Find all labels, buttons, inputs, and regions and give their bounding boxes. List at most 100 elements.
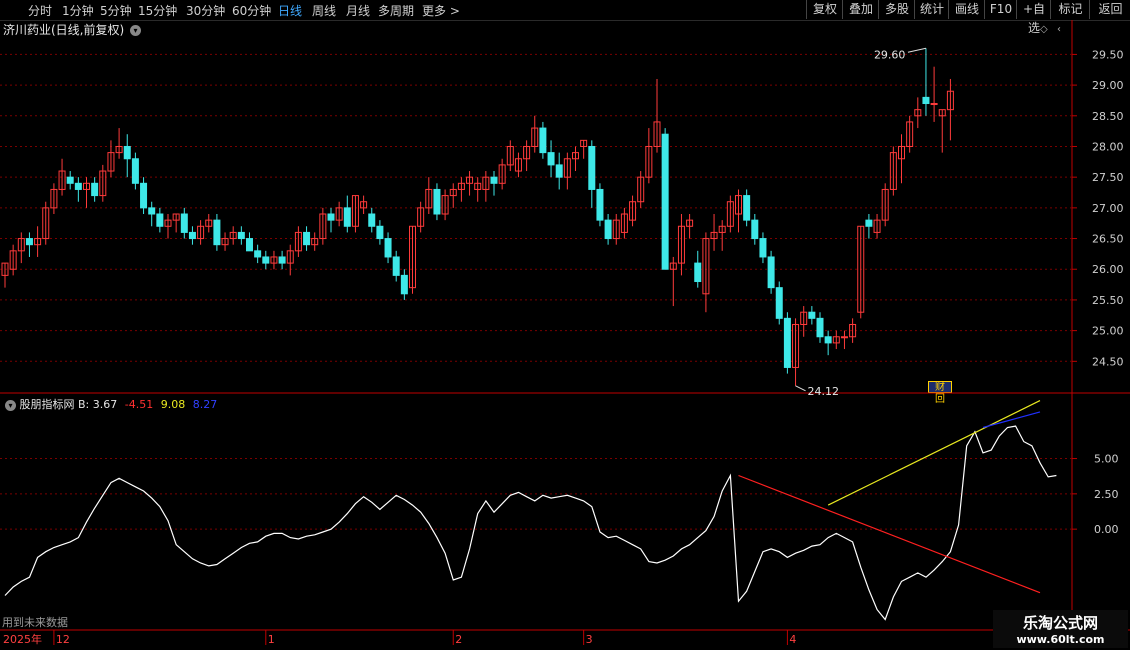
price-tick-label: 27.50 (1092, 171, 1124, 184)
candle-body (906, 121, 914, 147)
period-tab-8[interactable]: 月线 (346, 2, 370, 19)
indicator-series-1 (738, 474, 1041, 594)
month-label: 2 (455, 633, 462, 646)
period-tab-0[interactable]: 分时 (28, 2, 52, 19)
month-label: 3 (586, 633, 593, 646)
candle-body (229, 231, 237, 240)
candle-body (400, 274, 408, 295)
candle-body (800, 311, 808, 325)
candle-body (580, 139, 588, 147)
candle-body (523, 145, 531, 160)
candle-body (661, 133, 669, 270)
period-tab-4[interactable]: 30分钟 (186, 2, 225, 19)
candle-body (735, 195, 742, 215)
toolbar-button-3[interactable]: 统计 (914, 0, 949, 19)
candle-body (91, 182, 99, 197)
indicator-series-3 (982, 411, 1041, 429)
candle-body (270, 256, 278, 264)
candle-body (767, 256, 775, 289)
toolbar-button-8[interactable]: 返回 (1089, 0, 1130, 19)
candle-body (873, 219, 881, 233)
candle-body (588, 145, 596, 190)
candle-body (83, 182, 90, 190)
candle-body (25, 238, 33, 246)
candle-body (824, 336, 832, 344)
finance-badge[interactable]: 财 回 (928, 381, 952, 405)
candle-body (792, 323, 800, 368)
candle-body (360, 201, 368, 209)
candle-body (620, 213, 628, 233)
candle-body (686, 219, 694, 227)
candle-body (368, 213, 376, 227)
candle-body (881, 188, 889, 221)
candle-body (327, 213, 335, 221)
candle-body (694, 262, 702, 283)
period-tab-6[interactable]: 日线 (278, 2, 302, 19)
candle-body (938, 109, 946, 117)
candle-body (409, 225, 416, 289)
candle-body (604, 219, 612, 240)
candle-body (172, 213, 180, 221)
candle-body (531, 127, 539, 147)
diamond-icon[interactable]: ◇ (1040, 24, 1048, 35)
candle-body (123, 145, 131, 160)
candle-body (449, 188, 457, 197)
candle-body (278, 256, 286, 264)
candle-body (319, 213, 327, 240)
chart-canvas: 24.5025.0025.5026.0026.5027.0027.5028.00… (0, 20, 1130, 646)
toolbar-button-6[interactable]: +自选 (1016, 0, 1051, 35)
future-data-note: 用到未来数据 (2, 616, 68, 629)
candle-body (42, 207, 50, 240)
candle-body (629, 201, 637, 221)
price-tick-label: 27.00 (1092, 202, 1124, 215)
period-tab-9[interactable]: 多周期 (378, 2, 414, 19)
chevron-left-icon[interactable]: ‹ (1057, 24, 1061, 35)
candle-body (9, 250, 17, 270)
candle-body (34, 238, 42, 246)
candle-body (816, 317, 824, 338)
chevron-down-icon[interactable]: ▾ (5, 399, 16, 411)
month-label: 12 (56, 633, 70, 646)
candle-body (563, 158, 571, 178)
indicator-tick-label: 0.00 (1094, 523, 1119, 536)
toolbar-button-2[interactable]: 多股 (878, 0, 915, 19)
candle-body (197, 225, 205, 240)
indicator-series-0 (4, 425, 1057, 621)
toolbar-button-1[interactable]: 叠加 (842, 0, 879, 19)
period-tab-10[interactable]: 更多 > (422, 2, 460, 19)
price-tick-label: 25.00 (1092, 325, 1124, 338)
watermark-title: 乐淘公式网 (1022, 614, 1098, 632)
candle-body (148, 207, 156, 215)
toolbar-button-4[interactable]: 画线 (948, 0, 985, 19)
candle-body (547, 152, 555, 166)
price-tick-label: 29.00 (1092, 79, 1124, 92)
candle-body (572, 152, 579, 160)
toolbar-button-5[interactable]: F10 (984, 0, 1017, 19)
chevron-down-icon[interactable]: ▾ (130, 25, 142, 36)
candle-body (759, 238, 767, 258)
period-tab-3[interactable]: 15分钟 (138, 2, 177, 19)
candle-body (946, 90, 954, 111)
period-tab-2[interactable]: 5分钟 (100, 2, 132, 19)
candle-body (857, 225, 865, 313)
candle-body (131, 158, 139, 184)
indicator-tick-label: 5.00 (1094, 453, 1119, 466)
price-tick-label: 25.50 (1092, 294, 1124, 307)
period-tab-1[interactable]: 1分钟 (62, 2, 94, 19)
candle-body (99, 170, 107, 197)
indicator-value-4: 8.27 (192, 398, 218, 411)
toolbar-button-0[interactable]: 复权 (806, 0, 843, 19)
candle-body (514, 158, 522, 172)
candle-body (58, 170, 66, 190)
year-label: 2025年 (3, 632, 42, 646)
period-tab-5[interactable]: 60分钟 (232, 2, 271, 19)
candle-body (294, 231, 302, 252)
candle-body (164, 219, 172, 227)
candle-body (205, 219, 213, 227)
candle-body (808, 311, 816, 319)
candle-body (66, 176, 74, 184)
candle-body (612, 219, 620, 240)
toolbar-button-7[interactable]: 标记 (1050, 0, 1090, 19)
period-tab-7[interactable]: 周线 (312, 2, 336, 19)
candle-body (898, 145, 905, 160)
